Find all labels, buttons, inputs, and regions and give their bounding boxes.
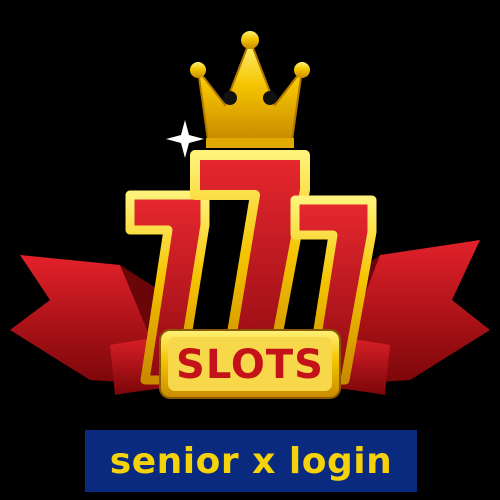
caption-text: senior x login — [109, 440, 393, 482]
slots-logo — [10, 31, 490, 399]
crown-icon — [190, 31, 310, 148]
caption-banner: senior x login — [85, 430, 417, 492]
slots-word-label: SLOTS — [176, 342, 324, 388]
slots-promo-image: SLOTS senior x login — [0, 0, 500, 500]
